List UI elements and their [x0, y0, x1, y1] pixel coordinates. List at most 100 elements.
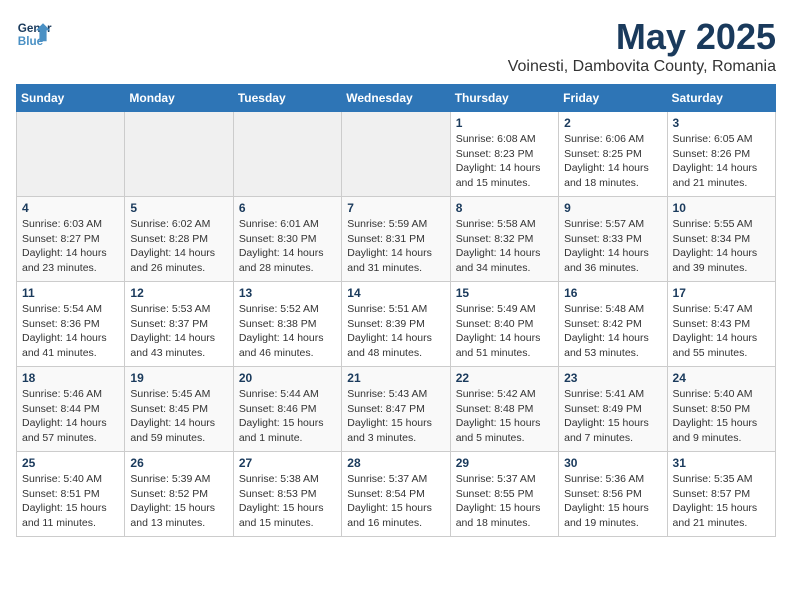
calendar-cell: 4 Sunrise: 6:03 AM Sunset: 8:27 PM Daylig…: [17, 197, 125, 282]
calendar-cell: [125, 112, 233, 197]
calendar-cell: 11 Sunrise: 5:54 AM Sunset: 8:36 PM Dayli…: [17, 282, 125, 367]
day-info: Sunrise: 5:40 AM Sunset: 8:50 PM Dayligh…: [673, 387, 770, 446]
calendar-week-row: 11 Sunrise: 5:54 AM Sunset: 8:36 PM Dayli…: [17, 282, 776, 367]
calendar-table: SundayMondayTuesdayWednesdayThursdayFrid…: [16, 84, 776, 537]
calendar-cell: [17, 112, 125, 197]
weekday-header: Tuesday: [233, 85, 341, 112]
day-number: 19: [130, 371, 227, 385]
day-number: 4: [22, 201, 119, 215]
weekday-header-row: SundayMondayTuesdayWednesdayThursdayFrid…: [17, 85, 776, 112]
calendar-cell: 29Sunrise: 5:37 AM Sunset: 8:55 PM Dayli…: [450, 452, 558, 537]
location-subtitle: Voinesti, Dambovita County, Romania: [508, 58, 776, 76]
day-number: 21: [347, 371, 444, 385]
day-number: 22: [456, 371, 553, 385]
day-info: Sunrise: 5:38 AM Sunset: 8:53 PM Dayligh…: [239, 472, 336, 531]
day-info: Sunrise: 5:54 AM Sunset: 8:36 PM Dayligh…: [22, 302, 119, 361]
day-info: Sunrise: 5:43 AM Sunset: 8:47 PM Dayligh…: [347, 387, 444, 446]
day-info: Sunrise: 5:36 AM Sunset: 8:56 PM Dayligh…: [564, 472, 661, 531]
day-number: 2: [564, 116, 661, 130]
day-number: 3: [673, 116, 770, 130]
calendar-cell: 3Sunrise: 6:05 AM Sunset: 8:26 PM Daylig…: [667, 112, 775, 197]
calendar-cell: 17 Sunrise: 5:47 AM Sunset: 8:43 PM Dayli…: [667, 282, 775, 367]
weekday-header: Friday: [559, 85, 667, 112]
calendar-cell: 10 Sunrise: 5:55 AM Sunset: 8:34 PM Dayli…: [667, 197, 775, 282]
day-number: 7: [347, 201, 444, 215]
day-number: 25: [22, 456, 119, 470]
day-number: 11: [22, 286, 119, 300]
day-info: Sunrise: 5:59 AM Sunset: 8:31 PM Dayligh…: [347, 217, 444, 276]
day-info: Sunrise: 6:03 AM Sunset: 8:27 PM Dayligh…: [22, 217, 119, 276]
day-number: 17: [673, 286, 770, 300]
day-info: Sunrise: 5:39 AM Sunset: 8:52 PM Dayligh…: [130, 472, 227, 531]
calendar-cell: 22 Sunrise: 5:42 AM Sunset: 8:48 PM Dayli…: [450, 367, 558, 452]
day-number: 14: [347, 286, 444, 300]
weekday-header: Thursday: [450, 85, 558, 112]
day-number: 8: [456, 201, 553, 215]
day-info: Sunrise: 6:02 AM Sunset: 8:28 PM Dayligh…: [130, 217, 227, 276]
calendar-cell: 13 Sunrise: 5:52 AM Sunset: 8:38 PM Dayli…: [233, 282, 341, 367]
day-info: Sunrise: 5:53 AM Sunset: 8:37 PM Dayligh…: [130, 302, 227, 361]
weekday-header: Wednesday: [342, 85, 450, 112]
day-number: 15: [456, 286, 553, 300]
day-number: 5: [130, 201, 227, 215]
calendar-cell: 18 Sunrise: 5:46 AM Sunset: 8:44 PM Dayli…: [17, 367, 125, 452]
day-info: Sunrise: 5:42 AM Sunset: 8:48 PM Dayligh…: [456, 387, 553, 446]
calendar-cell: 7 Sunrise: 5:59 AM Sunset: 8:31 PM Daylig…: [342, 197, 450, 282]
day-info: Sunrise: 5:47 AM Sunset: 8:43 PM Dayligh…: [673, 302, 770, 361]
calendar-cell: 16 Sunrise: 5:48 AM Sunset: 8:42 PM Dayli…: [559, 282, 667, 367]
calendar-cell: 24Sunrise: 5:40 AM Sunset: 8:50 PM Dayli…: [667, 367, 775, 452]
calendar-week-row: 4 Sunrise: 6:03 AM Sunset: 8:27 PM Daylig…: [17, 197, 776, 282]
day-info: Sunrise: 5:57 AM Sunset: 8:33 PM Dayligh…: [564, 217, 661, 276]
calendar-cell: 6 Sunrise: 6:01 AM Sunset: 8:30 PM Daylig…: [233, 197, 341, 282]
weekday-header: Monday: [125, 85, 233, 112]
day-info: Sunrise: 5:46 AM Sunset: 8:44 PM Dayligh…: [22, 387, 119, 446]
day-info: Sunrise: 5:55 AM Sunset: 8:34 PM Dayligh…: [673, 217, 770, 276]
day-number: 18: [22, 371, 119, 385]
day-number: 31: [673, 456, 770, 470]
day-info: Sunrise: 5:40 AM Sunset: 8:51 PM Dayligh…: [22, 472, 119, 531]
weekday-header: Saturday: [667, 85, 775, 112]
day-info: Sunrise: 5:48 AM Sunset: 8:42 PM Dayligh…: [564, 302, 661, 361]
calendar-cell: 31 Sunrise: 5:35 AM Sunset: 8:57 PM Dayli…: [667, 452, 775, 537]
day-number: 28: [347, 456, 444, 470]
day-info: Sunrise: 5:44 AM Sunset: 8:46 PM Dayligh…: [239, 387, 336, 446]
month-year-title: May 2025: [508, 16, 776, 58]
calendar-cell: 8 Sunrise: 5:58 AM Sunset: 8:32 PM Daylig…: [450, 197, 558, 282]
calendar-cell: 28 Sunrise: 5:37 AM Sunset: 8:54 PM Dayli…: [342, 452, 450, 537]
logo-icon: General Blue: [16, 16, 52, 52]
calendar-cell: 21 Sunrise: 5:43 AM Sunset: 8:47 PM Dayli…: [342, 367, 450, 452]
day-info: Sunrise: 5:41 AM Sunset: 8:49 PM Dayligh…: [564, 387, 661, 446]
day-number: 12: [130, 286, 227, 300]
calendar-cell: 14 Sunrise: 5:51 AM Sunset: 8:39 PM Dayli…: [342, 282, 450, 367]
weekday-header: Sunday: [17, 85, 125, 112]
calendar-cell: 23Sunrise: 5:41 AM Sunset: 8:49 PM Dayli…: [559, 367, 667, 452]
calendar-cell: [233, 112, 341, 197]
calendar-cell: 2Sunrise: 6:06 AM Sunset: 8:25 PM Daylig…: [559, 112, 667, 197]
calendar-week-row: 18 Sunrise: 5:46 AM Sunset: 8:44 PM Dayli…: [17, 367, 776, 452]
day-info: Sunrise: 5:52 AM Sunset: 8:38 PM Dayligh…: [239, 302, 336, 361]
day-number: 30: [564, 456, 661, 470]
day-info: Sunrise: 5:49 AM Sunset: 8:40 PM Dayligh…: [456, 302, 553, 361]
day-number: 1: [456, 116, 553, 130]
day-number: 16: [564, 286, 661, 300]
page-header: General Blue May 2025 Voinesti, Dambovit…: [16, 16, 776, 76]
day-info: Sunrise: 5:35 AM Sunset: 8:57 PM Dayligh…: [673, 472, 770, 531]
calendar-cell: 27Sunrise: 5:38 AM Sunset: 8:53 PM Dayli…: [233, 452, 341, 537]
title-section: May 2025 Voinesti, Dambovita County, Rom…: [508, 16, 776, 76]
day-info: Sunrise: 5:45 AM Sunset: 8:45 PM Dayligh…: [130, 387, 227, 446]
calendar-cell: 1Sunrise: 6:08 AM Sunset: 8:23 PM Daylig…: [450, 112, 558, 197]
day-number: 6: [239, 201, 336, 215]
day-number: 10: [673, 201, 770, 215]
day-info: Sunrise: 6:01 AM Sunset: 8:30 PM Dayligh…: [239, 217, 336, 276]
day-info: Sunrise: 5:58 AM Sunset: 8:32 PM Dayligh…: [456, 217, 553, 276]
logo: General Blue: [16, 16, 52, 52]
day-number: 13: [239, 286, 336, 300]
calendar-week-row: 25 Sunrise: 5:40 AM Sunset: 8:51 PM Dayli…: [17, 452, 776, 537]
day-number: 26: [130, 456, 227, 470]
day-info: Sunrise: 5:51 AM Sunset: 8:39 PM Dayligh…: [347, 302, 444, 361]
calendar-cell: 20Sunrise: 5:44 AM Sunset: 8:46 PM Dayli…: [233, 367, 341, 452]
day-info: Sunrise: 5:37 AM Sunset: 8:54 PM Dayligh…: [347, 472, 444, 531]
calendar-cell: 30 Sunrise: 5:36 AM Sunset: 8:56 PM Dayli…: [559, 452, 667, 537]
calendar-week-row: 1Sunrise: 6:08 AM Sunset: 8:23 PM Daylig…: [17, 112, 776, 197]
calendar-cell: 5 Sunrise: 6:02 AM Sunset: 8:28 PM Daylig…: [125, 197, 233, 282]
